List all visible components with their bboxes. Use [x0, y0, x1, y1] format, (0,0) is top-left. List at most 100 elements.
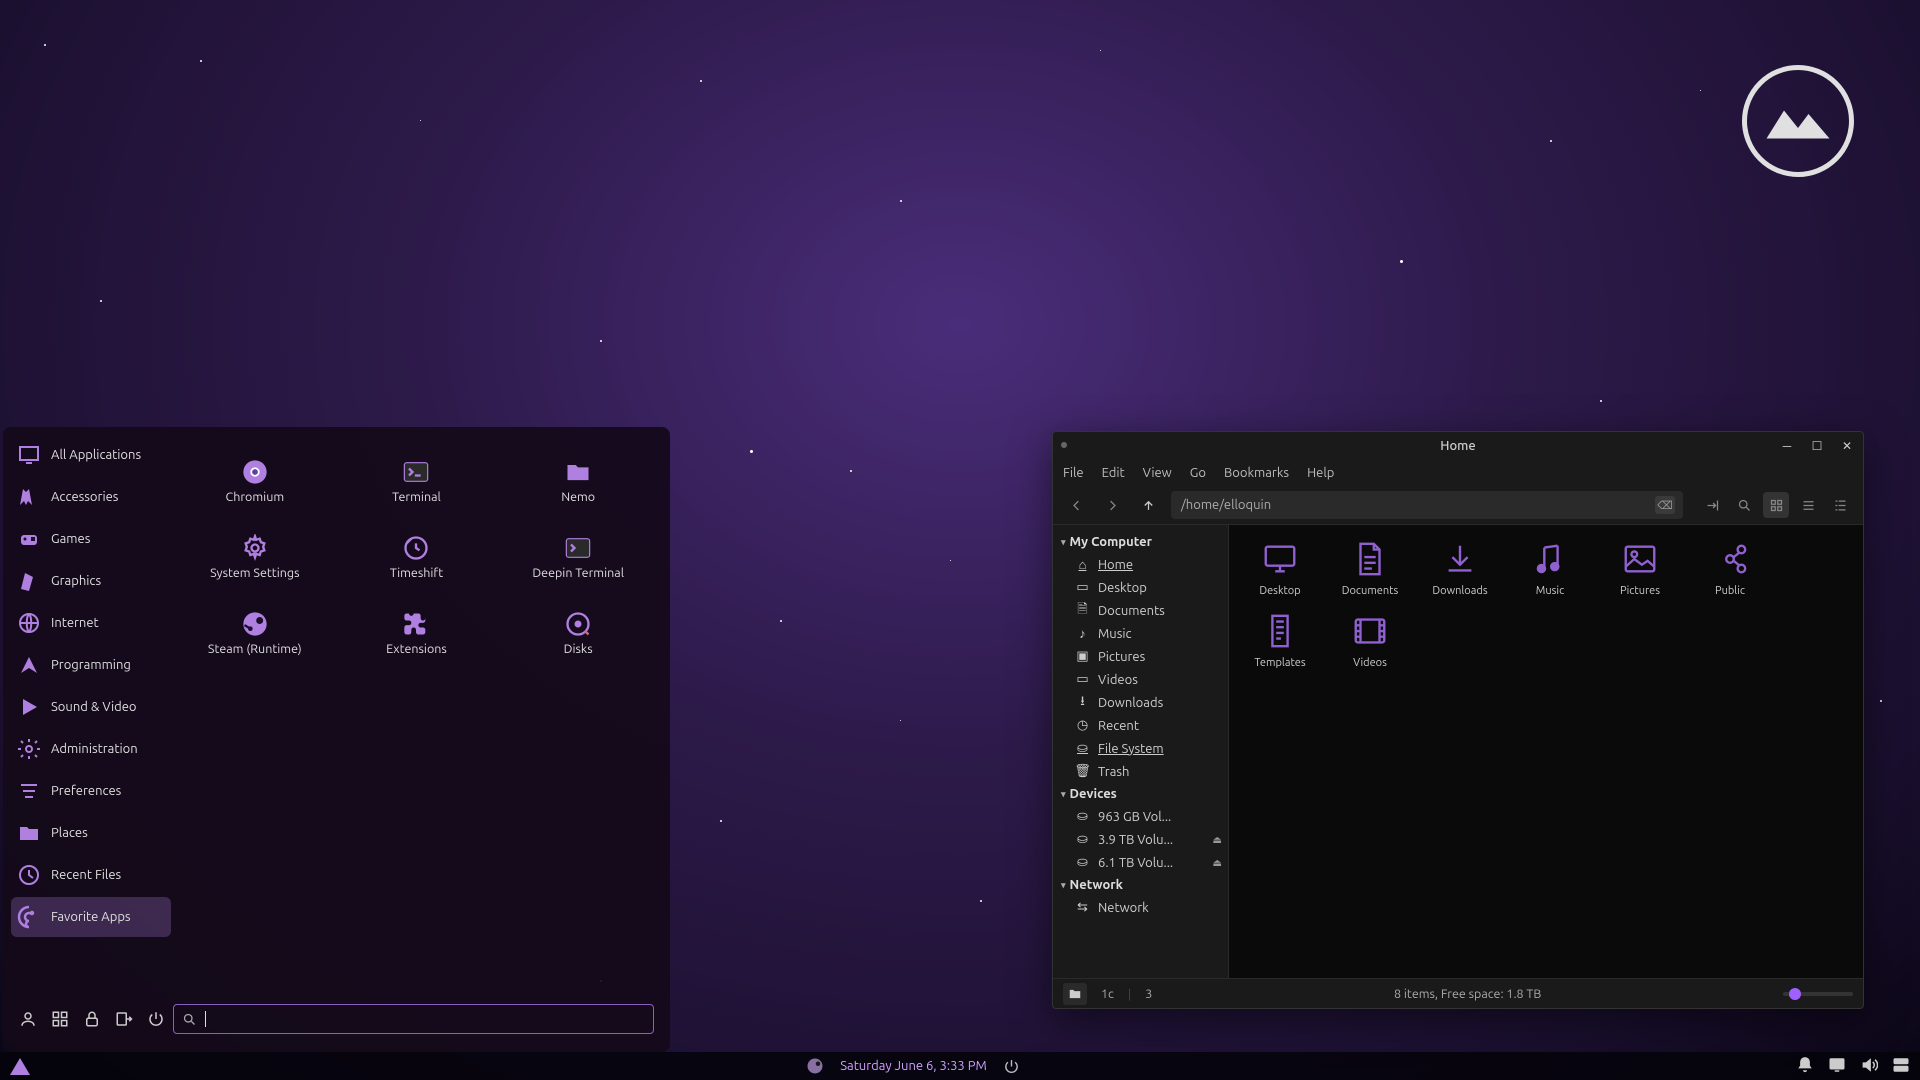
app-deepin-terminal[interactable]: Deepin Terminal: [499, 521, 657, 593]
network-tray-icon[interactable]: [1892, 1056, 1910, 1077]
start-button[interactable]: [10, 1058, 30, 1075]
menu-edit[interactable]: Edit: [1102, 466, 1125, 480]
folder-videos[interactable]: Videos: [1331, 609, 1409, 669]
menu-file[interactable]: File: [1063, 466, 1084, 480]
menu-bookmarks[interactable]: Bookmarks: [1224, 466, 1289, 480]
chrome-icon: [241, 458, 269, 486]
start-menu: All ApplicationsAccessoriesGamesGraphics…: [3, 427, 670, 1052]
sidebar-item-music[interactable]: ♪Music: [1053, 622, 1228, 645]
app-extensions[interactable]: Extensions: [338, 597, 496, 669]
category-favorite-apps[interactable]: Favorite Apps: [11, 897, 171, 937]
list-view-button[interactable]: [1795, 492, 1821, 518]
folder-desktop[interactable]: Desktop: [1241, 537, 1319, 597]
category-internet[interactable]: Internet: [11, 603, 171, 643]
category-games[interactable]: Games: [11, 519, 171, 559]
drive-icon: ⛀: [1075, 832, 1090, 847]
search-input-wrap[interactable]: [173, 1004, 654, 1034]
sidebar-item-6-1-tb-volu-[interactable]: ⛀6.1 TB Volu...⏏: [1053, 851, 1228, 874]
menu-help[interactable]: Help: [1307, 466, 1334, 480]
sidebar-item-3-9-tb-volu-[interactable]: ⛀3.9 TB Volu...⏏: [1053, 828, 1228, 851]
sidebar-header-my-computer[interactable]: My Computer: [1053, 531, 1228, 553]
nav-up-button[interactable]: [1135, 492, 1161, 518]
app-timeshift[interactable]: Timeshift: [338, 521, 496, 593]
category-all-applications[interactable]: All Applications: [11, 435, 171, 475]
lock-icon[interactable]: [83, 1010, 101, 1028]
documents-big-icon: [1348, 537, 1392, 581]
category-graphics[interactable]: Graphics: [11, 561, 171, 601]
sidebar-item-documents[interactable]: 🗎Documents: [1053, 599, 1228, 622]
folder-downloads[interactable]: Downloads: [1421, 537, 1499, 597]
sidebar-item-videos[interactable]: ▭Videos: [1053, 668, 1228, 691]
video-mini-icon: ▭: [1075, 672, 1090, 687]
sidebar-item-file-system[interactable]: ⛀File System: [1053, 737, 1228, 760]
menu-go[interactable]: Go: [1190, 466, 1206, 480]
grid-icon[interactable]: [51, 1010, 69, 1028]
status-folder-button[interactable]: [1063, 983, 1087, 1005]
nav-back-button[interactable]: [1063, 492, 1089, 518]
category-preferences[interactable]: Preferences: [11, 771, 171, 811]
app-disks[interactable]: Disks: [499, 597, 657, 669]
status-bar: 1c | 3 8 items, Free space: 1.8 TB: [1053, 978, 1863, 1008]
eject-icon[interactable]: ⏏: [1213, 834, 1222, 846]
status-text: 8 items, Free space: 1.8 TB: [1166, 987, 1769, 1001]
search-cursor: [205, 1011, 206, 1027]
clock[interactable]: Saturday June 6, 3:33 PM: [840, 1059, 987, 1073]
sidebar-item-963-gb-vol-[interactable]: ⛀963 GB Vol...: [1053, 805, 1228, 828]
user-icon[interactable]: [19, 1010, 37, 1028]
sidebar-item-recent[interactable]: ◷Recent: [1053, 714, 1228, 737]
sidebar-item-desktop[interactable]: ▭Desktop: [1053, 576, 1228, 599]
folder-pictures[interactable]: Pictures: [1601, 537, 1679, 597]
power-tray-icon[interactable]: [1003, 1058, 1020, 1075]
category-programming[interactable]: Programming: [11, 645, 171, 685]
folder-music[interactable]: Music: [1511, 537, 1589, 597]
maximize-button[interactable]: ☐: [1807, 436, 1827, 456]
app-system-settings[interactable]: System Settings: [176, 521, 334, 593]
app-nemo[interactable]: Nemo: [499, 445, 657, 517]
close-button[interactable]: ✕: [1837, 436, 1857, 456]
gear-icon: [241, 534, 269, 562]
zoom-slider[interactable]: [1783, 992, 1853, 996]
sidebar-header-network[interactable]: Network: [1053, 874, 1228, 896]
compact-view-button[interactable]: [1827, 492, 1853, 518]
folder-documents[interactable]: Documents: [1331, 537, 1409, 597]
sidebar-header-devices[interactable]: Devices: [1053, 783, 1228, 805]
menubar: File Edit View Go Bookmarks Help: [1053, 460, 1863, 486]
start-menu-footer: [11, 994, 662, 1044]
category-recent-files[interactable]: Recent Files: [11, 855, 171, 895]
sidebar-item-pictures[interactable]: ▣Pictures: [1053, 645, 1228, 668]
toolbar: /home/elloquin ⌫: [1053, 486, 1863, 524]
sidebar-item-downloads[interactable]: ⭳Downloads: [1053, 691, 1228, 714]
steam-icon: [241, 610, 269, 638]
toggle-path-button[interactable]: [1699, 492, 1725, 518]
category-places[interactable]: Places: [11, 813, 171, 853]
sidebar-item-trash[interactable]: 🗑Trash: [1053, 760, 1228, 783]
search-input[interactable]: [214, 1012, 645, 1026]
app-chromium[interactable]: Chromium: [176, 445, 334, 517]
category-administration[interactable]: Administration: [11, 729, 171, 769]
steam-tray-icon[interactable]: [806, 1057, 824, 1075]
category-sound-video[interactable]: Sound & Video: [11, 687, 171, 727]
sidebar-item-home[interactable]: ⌂Home: [1053, 553, 1228, 576]
timeshift-icon: [402, 534, 430, 562]
display-tray-icon[interactable]: [1828, 1056, 1846, 1077]
folder-templates[interactable]: Templates: [1241, 609, 1319, 669]
menu-view[interactable]: View: [1143, 466, 1172, 480]
path-input[interactable]: /home/elloquin ⌫: [1171, 491, 1683, 519]
window-titlebar[interactable]: Home ─ ☐ ✕: [1053, 432, 1863, 460]
power-icon[interactable]: [147, 1010, 165, 1028]
search-button[interactable]: [1731, 492, 1757, 518]
minimize-button[interactable]: ─: [1777, 436, 1797, 456]
path-clear-button[interactable]: ⌫: [1655, 496, 1675, 514]
nav-forward-button[interactable]: [1099, 492, 1125, 518]
app-terminal[interactable]: Terminal: [338, 445, 496, 517]
folder-public[interactable]: Public: [1691, 537, 1769, 597]
notification-icon[interactable]: [1796, 1056, 1814, 1077]
sidebar-item-network[interactable]: ⇆Network: [1053, 896, 1228, 919]
logout-icon[interactable]: [115, 1010, 133, 1028]
icon-view-button[interactable]: [1763, 492, 1789, 518]
fm-content[interactable]: DesktopDocumentsDownloadsMusicPicturesPu…: [1229, 525, 1863, 978]
eject-icon[interactable]: ⏏: [1213, 857, 1222, 869]
volume-icon[interactable]: [1860, 1056, 1878, 1077]
category-accessories[interactable]: Accessories: [11, 477, 171, 517]
app-steam-runtime-[interactable]: Steam (Runtime): [176, 597, 334, 669]
